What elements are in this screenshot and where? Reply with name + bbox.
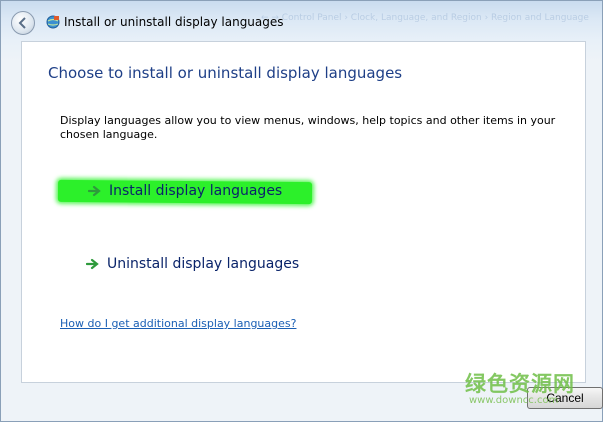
language-globe-icon xyxy=(46,15,60,29)
uninstall-display-languages-link[interactable]: Uninstall display languages xyxy=(86,256,299,272)
dialog-window: Install or uninstall display languages ←… xyxy=(0,0,603,422)
page-title: Choose to install or uninstall display l… xyxy=(48,64,403,82)
back-arrow-icon xyxy=(18,17,26,29)
help-link[interactable]: How do I get additional display language… xyxy=(60,317,296,330)
footer-bar: Cancel xyxy=(21,383,603,422)
green-arrow-icon xyxy=(88,185,101,197)
green-arrow-icon xyxy=(86,258,99,270)
content-pane: Choose to install or uninstall display l… xyxy=(21,41,586,383)
back-button[interactable] xyxy=(11,11,35,35)
install-display-languages-link[interactable]: Install display languages xyxy=(88,183,282,199)
install-link-label: Install display languages xyxy=(109,183,283,199)
uninstall-link-label: Uninstall display languages xyxy=(107,256,300,272)
faded-breadcrumb: ← → Control Panel › Clock, Language, and… xyxy=(261,13,589,23)
description-text: Display languages allow you to view menu… xyxy=(60,114,556,141)
cancel-button[interactable]: Cancel xyxy=(527,387,603,409)
window-title: Install or uninstall display languages xyxy=(64,15,284,29)
title-bar: Install or uninstall display languages ←… xyxy=(1,1,602,41)
